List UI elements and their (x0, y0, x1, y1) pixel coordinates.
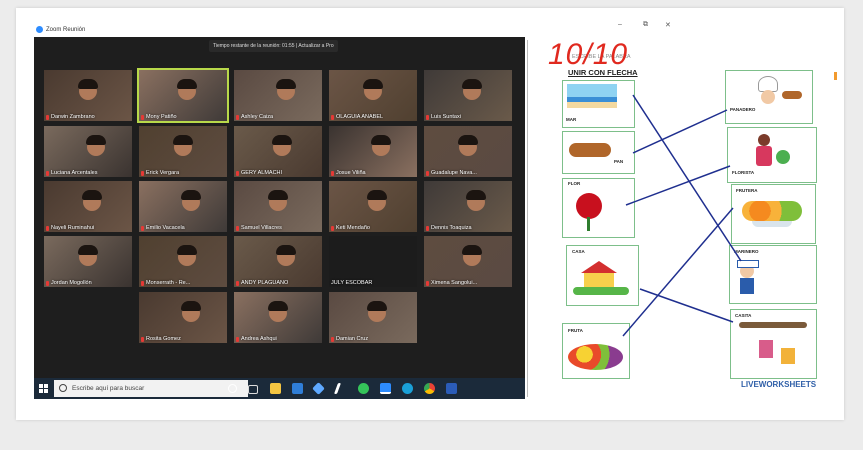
line-flor-florista (625, 165, 731, 206)
line-mar-marinero (632, 94, 742, 262)
line-casa-casita (639, 288, 734, 323)
match-lines (622, 94, 742, 337)
